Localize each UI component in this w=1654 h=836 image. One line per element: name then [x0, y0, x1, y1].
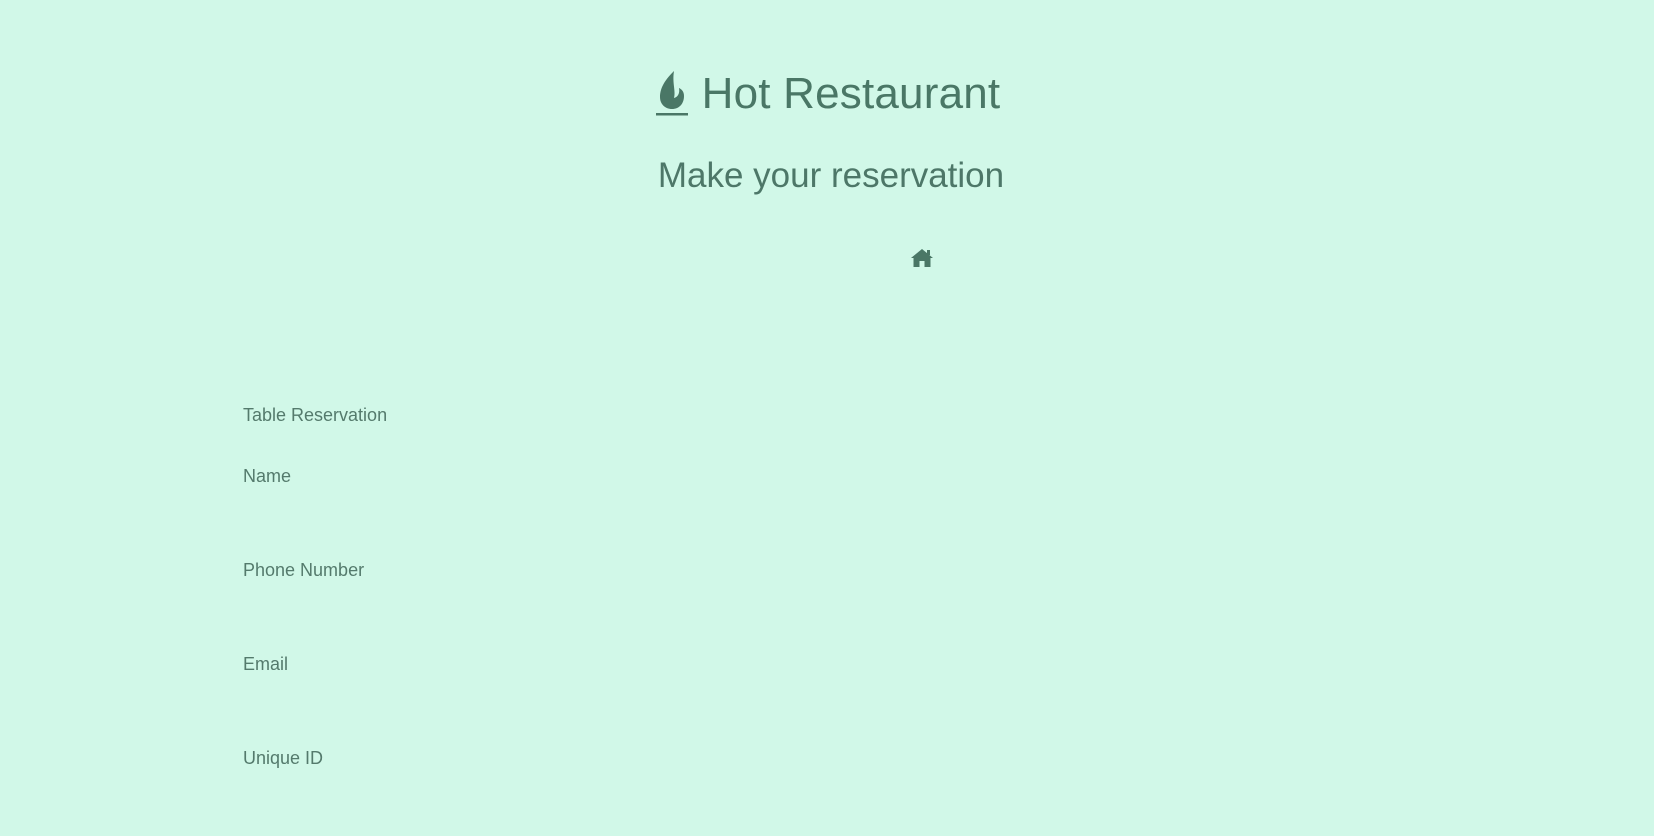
brand: Hot Restaurant	[0, 66, 1654, 122]
email-label: Email	[243, 654, 289, 674]
home-icon[interactable]	[910, 247, 934, 269]
unique-id-input[interactable]	[243, 775, 1403, 809]
form-heading: Table Reservation	[243, 405, 388, 425]
phone-number-label: Phone Number	[243, 560, 365, 580]
name-input[interactable]	[243, 493, 1403, 527]
page-subtitle: Make your reservation	[657, 156, 1005, 195]
phone-number-input[interactable]	[243, 587, 1403, 621]
unique-id-label: Unique ID	[243, 748, 324, 768]
flame-icon	[654, 69, 690, 119]
page-title: Hot Restaurant	[701, 69, 1001, 118]
email-input[interactable]	[243, 681, 1403, 715]
name-label: Name	[243, 466, 292, 486]
